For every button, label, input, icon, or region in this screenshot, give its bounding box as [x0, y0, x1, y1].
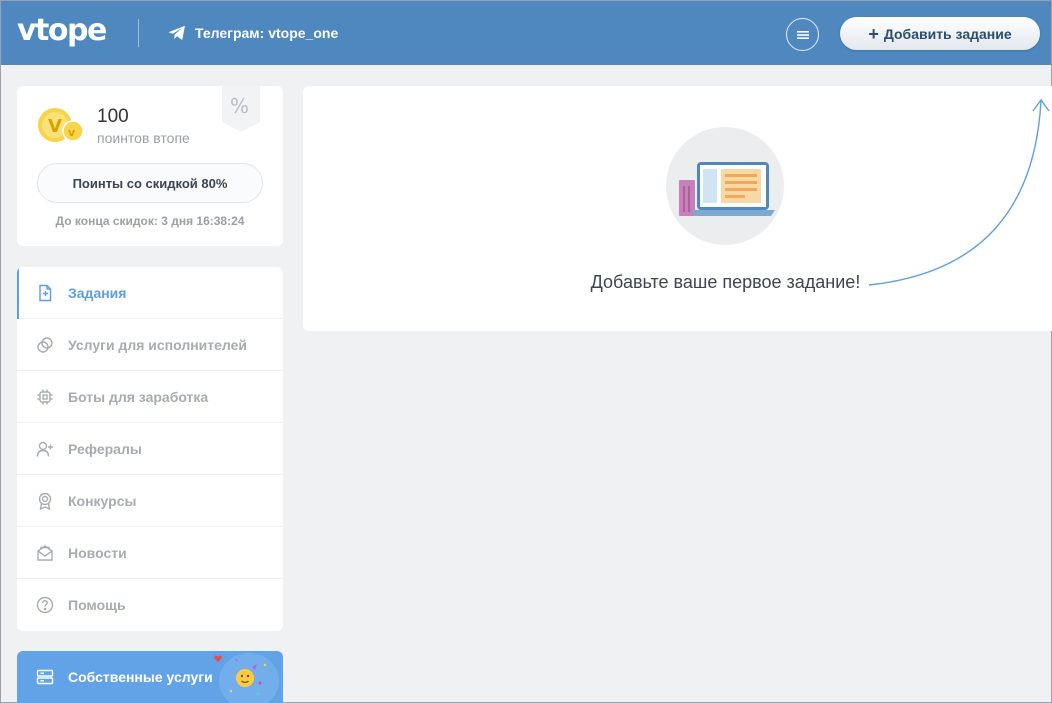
- sidebar-item-referrals[interactable]: Рефералы: [17, 423, 283, 475]
- points-value: 100: [97, 106, 129, 127]
- header-divider: [138, 19, 139, 47]
- sidebar-item-bots[interactable]: Боты для заработка: [17, 371, 283, 423]
- sidebar-nav: Задания Услуги для исполнителей Боты для…: [17, 267, 283, 631]
- sidebar-item-tasks[interactable]: Задания: [17, 267, 283, 319]
- sidebar-item-label: Помощь: [68, 597, 126, 613]
- points-card: V v 100 поинтов втопе % Поинты со скидко…: [17, 86, 283, 246]
- sidebar-item-label: Задания: [68, 284, 127, 301]
- telegram-link[interactable]: Телеграм: vtope_one: [195, 25, 338, 41]
- discount-points-button[interactable]: Поинты со скидкой 80%: [37, 163, 263, 203]
- svg-text:V: V: [48, 116, 62, 137]
- sidebar-item-label: Услуги для исполнителей: [68, 336, 248, 353]
- discount-tag-icon: %: [222, 86, 260, 132]
- hamburger-icon: [796, 30, 809, 39]
- sidebar-item-label: Боты для заработка: [68, 388, 209, 405]
- award-icon: [38, 492, 52, 510]
- discount-timer: До конца скидок: 3 дня 16:38:24: [55, 214, 245, 228]
- help-icon: [36, 596, 54, 614]
- coin-icon: V v: [38, 108, 84, 142]
- svg-text:%: %: [230, 94, 249, 118]
- logo[interactable]: vtope: [17, 13, 107, 48]
- mail-icon: [37, 545, 53, 561]
- menu-button[interactable]: [786, 18, 819, 51]
- add-task-label: Добавить задание: [883, 25, 1012, 42]
- own-services-label: Собственные услуги: [68, 669, 213, 685]
- telegram-icon: [168, 25, 185, 40]
- sidebar-item-label: Рефералы: [68, 440, 142, 457]
- sidebar-item-contests[interactable]: Конкурсы: [17, 475, 283, 527]
- svg-text:v: v: [68, 126, 76, 139]
- plus-icon: +: [868, 23, 879, 44]
- sidebar-item-news[interactable]: Новости: [17, 527, 283, 579]
- own-services-button[interactable]: Собственные услуги: [17, 651, 283, 703]
- chip-icon: [37, 389, 53, 405]
- sidebar-item-label: Новости: [68, 544, 127, 561]
- sidebar-item-services[interactable]: Услуги для исполнителей: [17, 319, 283, 371]
- party-emoji-icon: [214, 653, 279, 703]
- sidebar-item-label: Конкурсы: [68, 492, 137, 509]
- add-user-icon: [36, 441, 53, 457]
- add-task-button[interactable]: + Добавить задание: [840, 17, 1040, 50]
- task-icon: [39, 284, 52, 302]
- sidebar-item-help[interactable]: Помощь: [17, 579, 283, 631]
- laptop-illustration: [666, 127, 784, 245]
- server-icon: [36, 669, 54, 685]
- services-icon: [37, 337, 53, 353]
- curved-arrow-icon: [868, 98, 1050, 286]
- points-label: поинтов втопе: [97, 130, 190, 146]
- top-header: vtope Телеграм: vtope_one + Добавить зад…: [1, 1, 1051, 65]
